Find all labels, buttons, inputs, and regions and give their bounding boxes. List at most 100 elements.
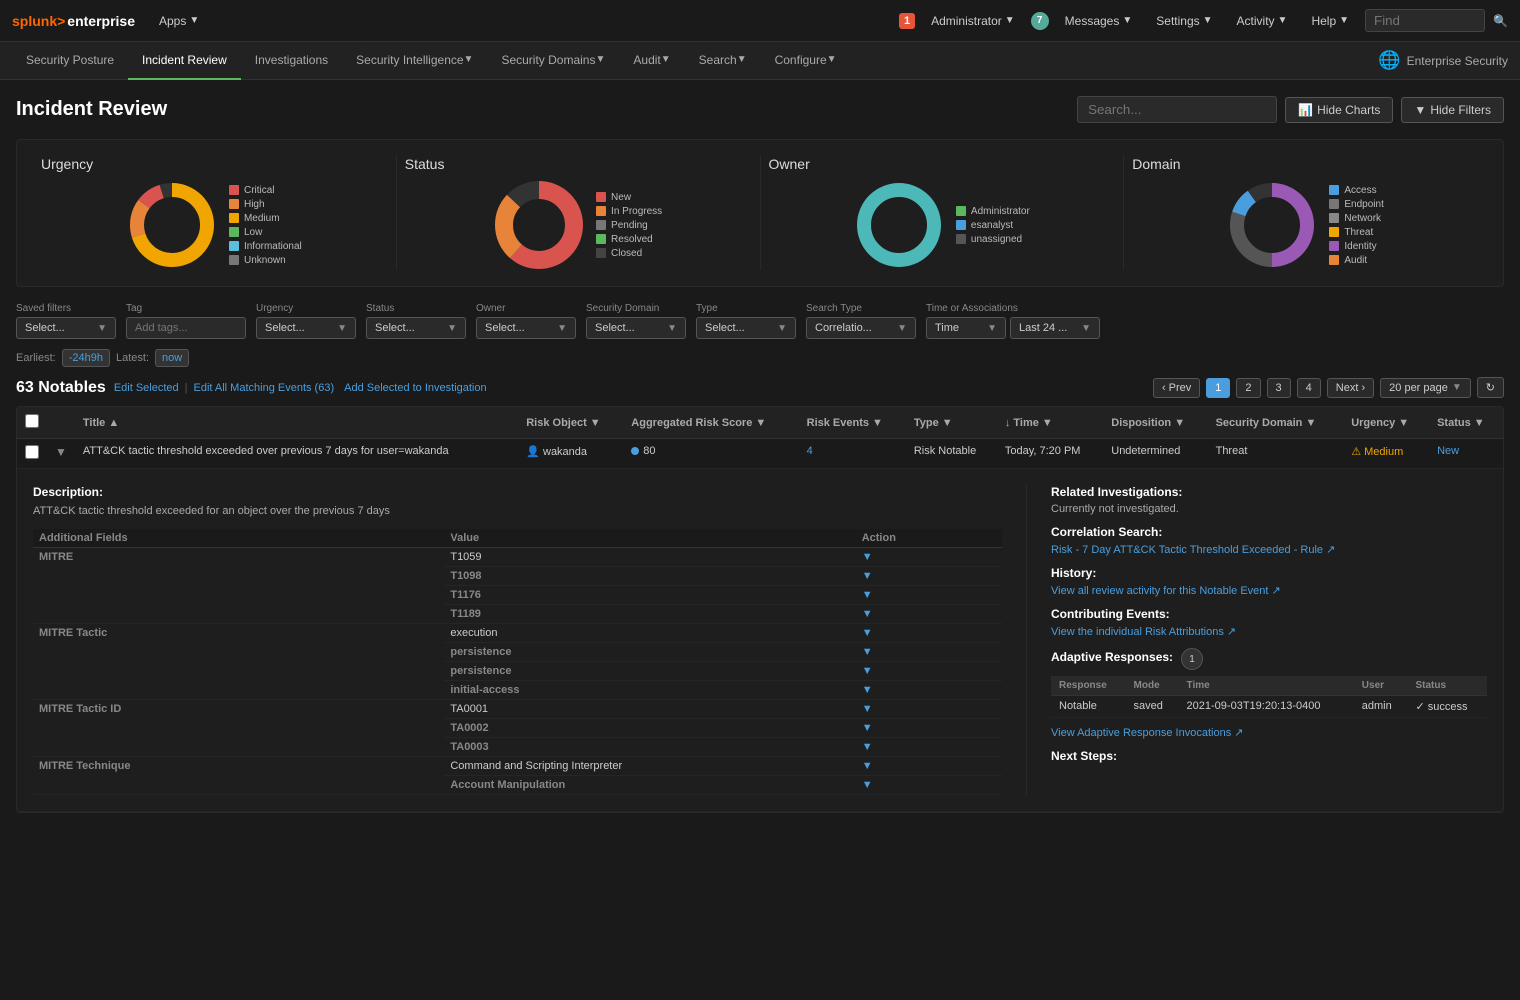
nav-security-intelligence[interactable]: Security Intelligence ▼ [342,42,487,80]
contributing-events-link[interactable]: View the individual Risk Attributions ↗ [1051,626,1236,638]
top-nav: splunk>enterprise Apps ▼ 1 Administrator… [0,0,1520,42]
title-header[interactable]: Title ▲ [75,407,518,439]
saved-filters-select[interactable]: Select... ▼ [16,317,116,339]
time-select[interactable]: Time ▼ [926,317,1006,339]
row-expand-button[interactable]: ▼ [55,445,67,459]
action-header: Action [856,529,1002,548]
messages-chevron-icon: ▼ [1122,15,1132,26]
main-search-input[interactable] [1077,96,1277,123]
risk-object-header[interactable]: Risk Object ▼ [518,407,623,439]
risk-events-header[interactable]: Risk Events ▼ [799,407,906,439]
invocations-external-link-icon: ↗ [1234,727,1243,739]
mitre-action-2[interactable]: ▼ [856,567,1002,586]
mitre-action-1[interactable]: ▼ [856,548,1002,567]
status-filter-select[interactable]: Select... ▼ [366,317,466,339]
time-value: 2021-09-03T19:20:13-0400 [1179,696,1354,718]
nav-security-posture[interactable]: Security Posture [12,42,128,80]
nav-configure[interactable]: Configure ▼ [761,42,851,80]
row-security-domain: Threat [1216,445,1248,457]
mitre-tactic-id-action-3[interactable]: ▼ [856,738,1002,757]
next-button[interactable]: Next › [1327,378,1374,398]
tag-input[interactable] [126,317,246,339]
urgency-header[interactable]: Urgency ▼ [1343,407,1429,439]
mitre-tactic-id-action-2[interactable]: ▼ [856,719,1002,738]
mitre-tactic-value-2: persistence [444,643,855,662]
main-content: Incident Review 📊 Hide Charts ▼ Hide Fil… [0,80,1520,829]
security-domain-filter-label: Security Domain [586,303,686,314]
correlation-search-link[interactable]: Risk - 7 Day ATT&CK Tactic Threshold Exc… [1051,544,1335,556]
adaptive-responses-header: Adaptive Responses: 1 [1051,648,1487,670]
history-section: History: View all review activity for th… [1051,566,1487,597]
mitre-tactic-id-action-1[interactable]: ▼ [856,700,1002,719]
history-link[interactable]: View all review activity for this Notabl… [1051,585,1281,597]
messages-menu-button[interactable]: Messages ▼ [1057,10,1141,32]
apps-menu-button[interactable]: Apps ▼ [151,10,207,32]
owner-filter-label: Owner [476,303,576,314]
alert-badge: 1 [899,13,915,29]
type-header[interactable]: Type ▼ [906,407,997,439]
user-col-header: User [1354,676,1408,696]
owner-filter-select[interactable]: Select... ▼ [476,317,576,339]
hide-filters-button[interactable]: ▼ Hide Filters [1401,97,1504,123]
settings-menu-button[interactable]: Settings ▼ [1148,10,1220,32]
mitre-tactic-action-3[interactable]: ▼ [856,662,1002,681]
latest-badge[interactable]: now [155,349,189,367]
row-risk-events[interactable]: 4 [807,445,813,457]
refresh-button[interactable]: ↻ [1477,377,1504,398]
domain-chart-inner: Access Endpoint Network Threat Identity … [1227,180,1383,270]
administrator-menu-button[interactable]: Administrator ▼ [923,10,1023,32]
row-disposition-cell: Undetermined [1103,439,1207,469]
risk-score-header[interactable]: Aggregated Risk Score ▼ [623,407,798,439]
status-chart-inner: New In Progress Pending Resolved Closed [494,180,662,270]
per-page-select[interactable]: 20 per page ▼ [1380,378,1471,398]
mitre-tactic-action-2[interactable]: ▼ [856,643,1002,662]
last-24-select[interactable]: Last 24 ... ▼ [1010,317,1100,339]
page-2-button[interactable]: 2 [1236,378,1260,398]
prev-button[interactable]: ‹ Prev [1153,378,1200,398]
activity-menu-button[interactable]: Activity ▼ [1229,10,1296,32]
add-to-investigation-link[interactable]: Add Selected to Investigation [344,382,486,394]
status-chart: Status New In Progress Pending Resolved … [396,156,760,270]
detail-row: Description: ATT&CK tactic threshold exc… [17,469,1503,812]
type-filter-chevron-icon: ▼ [777,323,787,334]
mode-col-header: Mode [1126,676,1179,696]
find-input[interactable] [1365,9,1485,32]
row-checkbox[interactable] [25,445,39,459]
earliest-badge[interactable]: -24h9h [62,349,110,367]
nav-audit[interactable]: Audit ▼ [619,42,684,80]
disposition-header[interactable]: Disposition ▼ [1103,407,1207,439]
nav-investigations[interactable]: Investigations [241,42,342,80]
legend-unknown: Unknown [229,255,302,266]
edit-selected-link[interactable]: Edit Selected [114,382,179,394]
select-all-checkbox[interactable] [25,414,39,428]
row-expand-cell: ▼ [47,439,75,469]
enterprise-security-brand: 🌐 Enterprise Security [1378,50,1508,71]
time-header[interactable]: ↓ Time ▼ [997,407,1103,439]
type-filter-select[interactable]: Select... ▼ [696,317,796,339]
nav-incident-review[interactable]: Incident Review [128,42,241,80]
edit-all-link[interactable]: Edit All Matching Events (63) [194,382,335,394]
security-domain-filter-select[interactable]: Select... ▼ [586,317,686,339]
security-domain-header[interactable]: Security Domain ▼ [1208,407,1344,439]
view-invocations-link[interactable]: View Adaptive Response Invocations ↗ [1051,727,1243,739]
prev-chevron-icon: ‹ [1162,382,1166,394]
filters-area: Saved filters Select... ▼ Tag Urgency Se… [16,303,1504,339]
status-header[interactable]: Status ▼ [1429,407,1503,439]
mitre-tactic-action-4[interactable]: ▼ [856,681,1002,700]
page-3-button[interactable]: 3 [1267,378,1291,398]
mitre-technique-action-1[interactable]: ▼ [856,757,1002,776]
page-1-button[interactable]: 1 [1206,378,1230,398]
urgency-filter-select[interactable]: Select... ▼ [256,317,356,339]
mitre-tactic-action-1[interactable]: ▼ [856,624,1002,643]
mitre-action-3[interactable]: ▼ [856,586,1002,605]
hide-charts-button[interactable]: 📊 Hide Charts [1285,97,1393,123]
security-domain-filter-group: Security Domain Select... ▼ [586,303,686,339]
owner-legend: Administrator esanalyst unassigned [956,206,1030,245]
nav-security-domains[interactable]: Security Domains ▼ [487,42,619,80]
page-4-button[interactable]: 4 [1297,378,1321,398]
help-menu-button[interactable]: Help ▼ [1303,10,1357,32]
nav-search[interactable]: Search ▼ [685,42,761,80]
mitre-action-4[interactable]: ▼ [856,605,1002,624]
search-type-filter-select[interactable]: Correlatio... ▼ [806,317,916,339]
mitre-technique-action-2[interactable]: ▼ [856,776,1002,795]
